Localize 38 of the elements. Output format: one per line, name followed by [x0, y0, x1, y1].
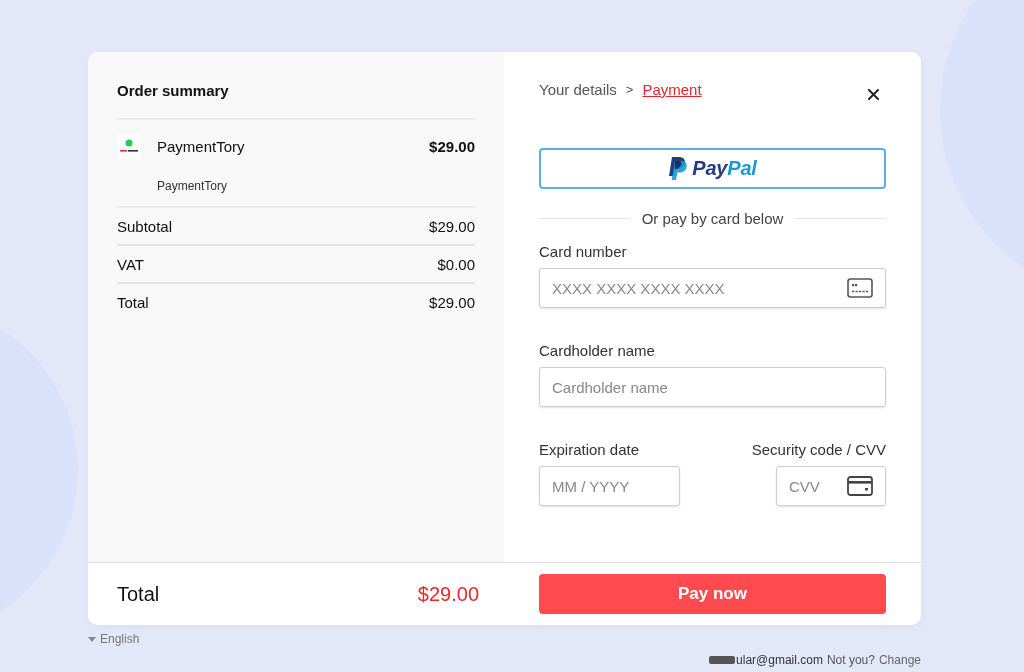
summary-value: $29.00: [429, 217, 475, 235]
summary-label: Subtotal: [117, 217, 173, 235]
product-logo-icon: [117, 134, 141, 159]
summary-value: $29.00: [429, 293, 475, 311]
field-label: Cardholder name: [539, 341, 655, 361]
summary-value: $0.00: [437, 255, 475, 273]
paypal-logo-icon: [668, 157, 688, 180]
account-prompt: Not you?: [826, 653, 875, 667]
total-amount: $29.00: [417, 582, 479, 606]
product-name: PaymentTory: [157, 137, 245, 157]
caret-icon: [88, 636, 96, 642]
breadcrumb-link[interactable]: Your details: [539, 80, 617, 100]
summary-label: VAT: [117, 255, 144, 273]
security-code-field[interactable]: CVV: [776, 466, 886, 506]
field-label: Card number: [539, 242, 627, 262]
card-icon: [847, 476, 873, 496]
product-description: PaymentTory: [157, 178, 228, 194]
language-selector[interactable]: English: [100, 632, 140, 646]
product-price: $29.00: [429, 137, 475, 157]
redaction-mark: [709, 656, 736, 664]
breadcrumb-separator: >: [625, 81, 634, 99]
card-icon: [847, 278, 873, 298]
field-label: Security code / CVV: [751, 440, 886, 460]
card-number-field[interactable]: XXXX XXXX XXXX XXXX: [539, 268, 886, 308]
paypal-button[interactable]: PayPal: [539, 148, 886, 189]
breadcrumb-link[interactable]: Payment: [642, 80, 702, 100]
close-icon[interactable]: [868, 89, 879, 100]
account-email: ular@gmail.com: [736, 653, 823, 667]
divider-text: Or pay by card below: [641, 209, 784, 227]
summary-title: Order summary: [117, 81, 229, 101]
cardholder-name-field[interactable]: Cardholder name: [539, 367, 886, 407]
change-account-link[interactable]: Change: [878, 653, 921, 667]
summary-label: Total: [117, 293, 149, 311]
expiration-date-field[interactable]: MM / YYYY: [539, 466, 680, 506]
paypal-wordmark: PayPal: [692, 157, 757, 180]
field-label: Expiration date: [539, 440, 640, 460]
total-label: Total: [117, 582, 160, 606]
pay-now-button[interactable]: Pay now: [539, 574, 886, 614]
